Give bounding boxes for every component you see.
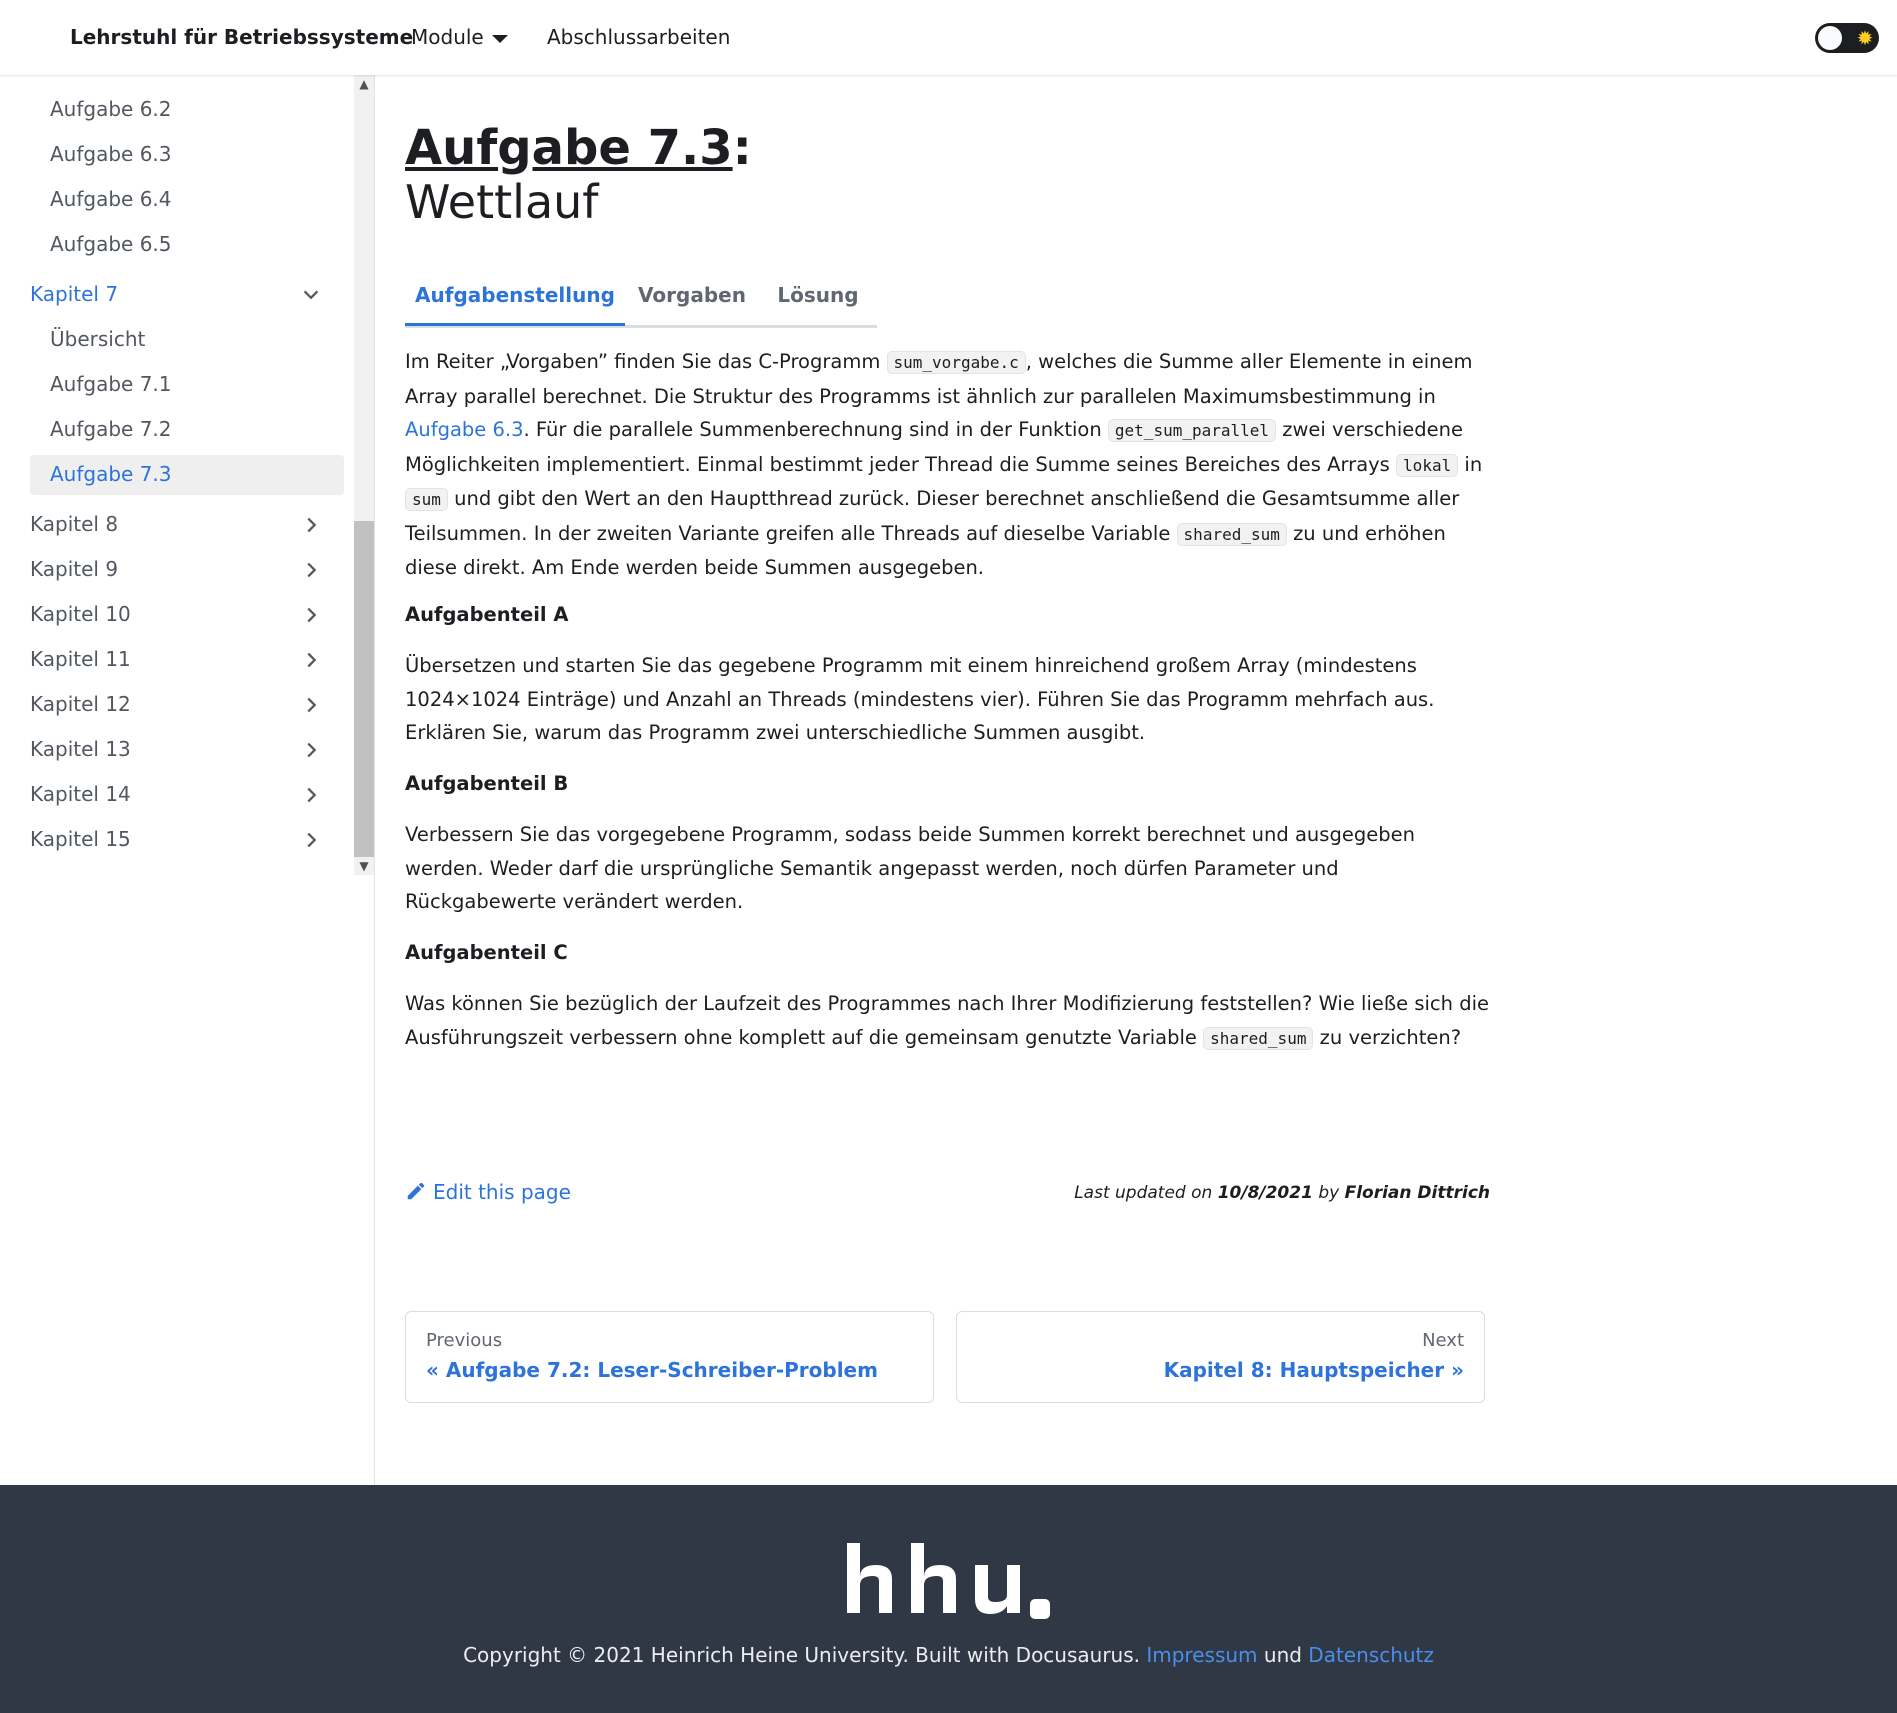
intro-paragraph: Im Reiter „Vorgaben” finden Sie das C-Pr… bbox=[405, 345, 1490, 585]
paragraph-part-a: Übersetzen und starten Sie das gegebene … bbox=[405, 654, 1435, 744]
chevron-down-icon[interactable] bbox=[300, 284, 322, 306]
intro-text: Im Reiter „Vorgaben” finden Sie das C-Pr… bbox=[405, 350, 887, 373]
chevron-right-icon[interactable] bbox=[300, 649, 322, 671]
pager-previous-sublabel: Previous bbox=[426, 1330, 503, 1351]
code-sum-vorgabe: sum_vorgabe.c bbox=[886, 351, 1026, 374]
sidebar-item-aufgabe-7-1[interactable]: Aufgabe 7.1 bbox=[50, 372, 172, 396]
last-updated: Last updated on 10/8/2021 by Florian Dit… bbox=[1074, 1183, 1490, 1203]
edit-label: Edit this page bbox=[433, 1180, 571, 1204]
toggle-knob bbox=[1818, 26, 1842, 50]
tab-bar: Aufgabenstellung Vorgaben Lösung bbox=[405, 265, 877, 328]
sidebar-item-aufgabe-6-3[interactable]: Aufgabe 6.3 bbox=[50, 142, 172, 166]
sidebar-category-kapitel-11[interactable]: Kapitel 11 bbox=[30, 647, 131, 671]
sidebar-category-kapitel-15[interactable]: Kapitel 15 bbox=[30, 827, 131, 851]
tab-vorgaben[interactable]: Vorgaben bbox=[625, 265, 759, 325]
sidebar-category-kapitel-9[interactable]: Kapitel 9 bbox=[30, 557, 118, 581]
code-sum: sum bbox=[405, 488, 448, 511]
brand-title[interactable]: Lehrstuhl für Betriebssysteme bbox=[70, 0, 413, 75]
scroll-up-icon[interactable]: ▲ bbox=[354, 75, 374, 93]
copyright-und: und bbox=[1257, 1643, 1309, 1667]
chevron-right-icon[interactable] bbox=[300, 694, 322, 716]
tab-loesung[interactable]: Lösung bbox=[759, 265, 877, 325]
sidebar-item-aufgabe-6-5[interactable]: Aufgabe 6.5 bbox=[50, 232, 172, 256]
updated-prefix: Last updated on bbox=[1074, 1183, 1218, 1203]
footer: Copyright © 2021 Heinrich Heine Universi… bbox=[0, 1485, 1897, 1713]
chevron-right-icon[interactable] bbox=[300, 784, 322, 806]
paragraph-part-b: Verbessern Sie das vorgegebene Programm,… bbox=[405, 823, 1415, 913]
sidebar: Aufgabe 6.2 Aufgabe 6.3 Aufgabe 6.4 Aufg… bbox=[0, 75, 375, 1485]
heading-part-a: Aufgabenteil A bbox=[405, 603, 569, 626]
paragraph-part-c: Was können Sie bezüglich der Laufzeit de… bbox=[405, 987, 1490, 1055]
updated-by: by bbox=[1312, 1183, 1345, 1203]
sidebar-item-aufgabe-6-2[interactable]: Aufgabe 6.2 bbox=[50, 97, 172, 121]
title-link[interactable]: Aufgabe 7.3 bbox=[405, 120, 733, 176]
code-shared-sum: shared_sum bbox=[1203, 1026, 1314, 1050]
nav-modules-dropdown[interactable]: Module bbox=[411, 0, 508, 75]
top-navbar: Lehrstuhl für Betriebssysteme Module Abs… bbox=[0, 0, 1897, 75]
code-shared-sum: shared_sum bbox=[1176, 522, 1287, 546]
scrollbar-thumb[interactable] bbox=[354, 521, 374, 857]
impressum-link[interactable]: Impressum bbox=[1146, 1643, 1257, 1667]
sidebar-category-kapitel-13[interactable]: Kapitel 13 bbox=[30, 737, 131, 761]
sidebar-category-kapitel-8[interactable]: Kapitel 8 bbox=[30, 512, 118, 536]
edit-this-page-link[interactable]: Edit this page bbox=[405, 1180, 571, 1204]
sidebar-item-aufgabe-7-2[interactable]: Aufgabe 7.2 bbox=[50, 417, 172, 441]
hhu-logo[interactable] bbox=[845, 1543, 1057, 1625]
heading-part-c: Aufgabenteil C bbox=[405, 941, 568, 964]
chevron-right-icon[interactable] bbox=[300, 604, 322, 626]
code-get-sum-parallel: get_sum_parallel bbox=[1107, 419, 1277, 442]
scroll-down-icon[interactable]: ▼ bbox=[354, 857, 374, 875]
copyright-text: Copyright © 2021 Heinrich Heine Universi… bbox=[0, 1643, 1897, 1667]
nav-theses-link[interactable]: Abschlussarbeiten bbox=[547, 0, 730, 75]
copyright-main: Copyright © 2021 Heinrich Heine Universi… bbox=[463, 1643, 1147, 1667]
link-aufgabe-6-3[interactable]: Aufgabe 6.3 bbox=[405, 418, 523, 441]
nav-modules-label: Module bbox=[411, 25, 484, 49]
chevron-right-icon[interactable] bbox=[300, 559, 322, 581]
page-subtitle: Wettlauf bbox=[405, 175, 599, 229]
tab-active-indicator bbox=[405, 323, 625, 326]
sidebar-category-kapitel-10[interactable]: Kapitel 10 bbox=[30, 602, 131, 626]
theme-toggle[interactable]: ✹ bbox=[1815, 23, 1879, 53]
part-c-text: zu verzichten? bbox=[1313, 1025, 1462, 1049]
tab-aufgabenstellung[interactable]: Aufgabenstellung bbox=[405, 265, 625, 325]
code-lokal: lokal bbox=[1396, 453, 1459, 477]
updated-date: 10/8/2021 bbox=[1217, 1183, 1313, 1203]
page-title: Aufgabe 7.3: bbox=[405, 120, 752, 176]
intro-text: in bbox=[1458, 452, 1483, 476]
chevron-right-icon[interactable] bbox=[300, 514, 322, 536]
sidebar-item-aufgabe-6-4[interactable]: Aufgabe 6.4 bbox=[50, 187, 172, 211]
heading-part-b: Aufgabenteil B bbox=[405, 772, 569, 795]
pager-next-label: Kapitel 8: Hauptspeicher » bbox=[1163, 1358, 1464, 1382]
pencil-icon bbox=[407, 1182, 425, 1200]
updated-author: Florian Dittrich bbox=[1344, 1183, 1490, 1203]
pager-previous-label: « Aufgabe 7.2: Leser-Schreiber-Problem bbox=[426, 1358, 878, 1382]
chevron-right-icon[interactable] bbox=[300, 739, 322, 761]
sidebar-item-uebersicht[interactable]: Übersicht bbox=[50, 327, 145, 351]
title-colon: : bbox=[732, 120, 752, 176]
sidebar-category-kapitel-14[interactable]: Kapitel 14 bbox=[30, 782, 131, 806]
sidebar-scrollbar[interactable]: ▲ ▼ bbox=[354, 75, 374, 875]
sidebar-item-aufgabe-7-3[interactable]: Aufgabe 7.3 bbox=[50, 462, 172, 486]
sidebar-category-kapitel-12[interactable]: Kapitel 12 bbox=[30, 692, 131, 716]
intro-text: . Für die parallele Summenberechnung sin… bbox=[523, 418, 1108, 441]
sun-icon: ✹ bbox=[1856, 26, 1874, 50]
pager-next-sublabel: Next bbox=[1422, 1330, 1464, 1351]
caret-down-icon bbox=[491, 34, 508, 43]
pager-next[interactable]: Next Kapitel 8: Hauptspeicher » bbox=[956, 1311, 1485, 1403]
datenschutz-link[interactable]: Datenschutz bbox=[1308, 1643, 1434, 1667]
chevron-right-icon[interactable] bbox=[300, 829, 322, 851]
pager-previous[interactable]: Previous « Aufgabe 7.2: Leser-Schreiber-… bbox=[405, 1311, 934, 1403]
sidebar-category-kapitel-7[interactable]: Kapitel 7 bbox=[30, 282, 118, 306]
